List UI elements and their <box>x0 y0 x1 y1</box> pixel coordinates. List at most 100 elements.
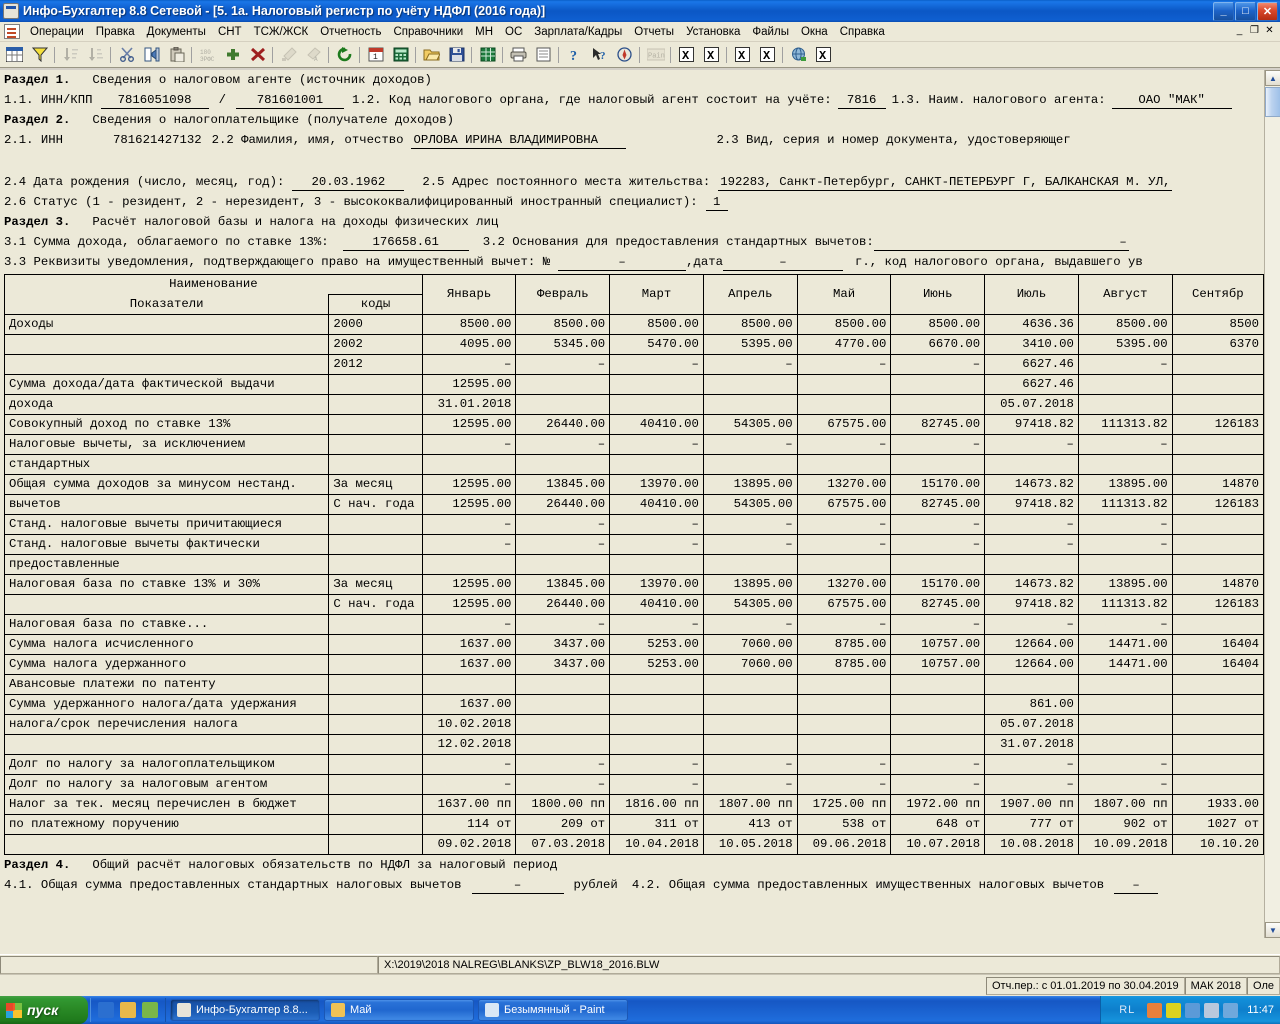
help-question-icon[interactable]: ? <box>563 44 586 66</box>
vertical-scrollbar[interactable]: ▲ ▼ <box>1264 70 1280 938</box>
table-row[interactable]: предоставленные <box>3 554 1265 575</box>
rotate-180-icon[interactable]: 180 ЭРФС <box>196 44 219 66</box>
vertical-scroll-thumb[interactable] <box>1265 87 1280 117</box>
table-row[interactable]: Сумма дохода/дата фактической выдачи 1259… <box>3 374 1265 395</box>
table-row[interactable]: Сумма налога исчисленного 1637.00 3437.00 5… <box>3 634 1265 655</box>
table-row[interactable]: 2002 4095.00 5345.00 5470.00 5395.00 4770.00 6… <box>3 334 1265 355</box>
close-x4-icon[interactable]: X <box>756 44 779 66</box>
table-row[interactable]: стандартных <box>3 454 1265 475</box>
taxpayer-inn-field[interactable]: 781621427132 <box>113 130 202 150</box>
menu-item-reporting[interactable]: Отчетность <box>314 24 387 40</box>
close-x5-icon[interactable]: X <box>812 44 835 66</box>
menu-item-snt[interactable]: СНТ <box>212 24 248 40</box>
income-sum-field[interactable]: 176658.61 <box>342 234 469 251</box>
table-row[interactable]: Станд. налоговые вычеты причитающиеся – – –… <box>3 514 1265 535</box>
delete-cross-icon[interactable] <box>246 44 269 66</box>
language-indicator[interactable]: RL <box>1109 1004 1145 1016</box>
document-viewport[interactable]: Налоговый регистр по учёту НДФЛ за 2018 … <box>0 70 1280 954</box>
scroll-down-button[interactable]: ▼ <box>1265 922 1280 938</box>
standard-total-field[interactable]: – <box>471 877 564 894</box>
table-row[interactable]: Сумма удержанного налога/дата удержания 1… <box>3 694 1265 715</box>
close-button[interactable]: ✕ <box>1257 1 1278 21</box>
keyboard-layout-icon[interactable] <box>1166 1002 1182 1018</box>
menu-item-directories[interactable]: Справочники <box>387 24 469 40</box>
table-row[interactable]: Доходы 2000 8500.00 8500.00 8500.00 8500.00 85… <box>3 314 1265 335</box>
deduction-basis-field[interactable]: – <box>873 234 1129 251</box>
menu-item-payroll[interactable]: Зарплата/Кадры <box>528 24 628 40</box>
status-field[interactable]: 1 <box>705 194 728 211</box>
table-row[interactable]: Налоговая база по ставке 13% и 30% За мес… <box>3 574 1265 595</box>
menu-item-documents[interactable]: Документы <box>141 24 212 40</box>
start-button[interactable]: пуск <box>0 996 88 1024</box>
taskbar-item-may-folder[interactable]: Май <box>324 999 474 1021</box>
document-icon[interactable] <box>4 24 20 39</box>
mdi-minimize-button[interactable]: _ <box>1232 25 1247 39</box>
table-row[interactable]: Налог за тек. месяц перечислен в бюджет 1… <box>3 794 1265 815</box>
table-row[interactable]: Долг по налогу за налогоплательщиком – – – –… <box>3 754 1265 775</box>
media-icon[interactable] <box>142 1002 158 1018</box>
brush-icon[interactable] <box>277 44 300 66</box>
volume-icon[interactable] <box>1147 1002 1163 1018</box>
compass-icon[interactable] <box>613 44 636 66</box>
menu-item-help[interactable]: Справка <box>834 24 891 40</box>
sort-ascending-icon[interactable] <box>59 44 82 66</box>
taskbar-item-infobuhgalter[interactable]: Инфо-Бухгалтер 8.8... <box>170 999 320 1021</box>
shield-icon[interactable] <box>1204 1002 1220 1018</box>
kpp-field[interactable]: 781601001 <box>235 92 344 109</box>
preview-icon[interactable] <box>532 44 555 66</box>
menu-item-operations[interactable]: Операции <box>24 24 90 40</box>
property-total-field[interactable]: – <box>1114 877 1159 894</box>
agent-name-field[interactable]: ОАО "МАК" <box>1111 92 1232 109</box>
mdi-restore-button[interactable]: ❐ <box>1247 25 1262 39</box>
full-name-field[interactable]: ОРЛОВА ИРИНА ВЛАДИМИРОВНА <box>411 132 627 149</box>
notice-number-field[interactable]: – <box>558 254 687 271</box>
copy-icon[interactable] <box>140 44 163 66</box>
calendar-icon[interactable]: 1 <box>364 44 387 66</box>
update-icon[interactable] <box>1223 1002 1239 1018</box>
table-row[interactable]: Совокупный доход по ставке 13% 12595.00 26… <box>3 414 1265 435</box>
print-icon[interactable] <box>507 44 530 66</box>
table-row[interactable]: Сумма налога удержанного 1637.00 3437.00 52… <box>3 654 1265 675</box>
scroll-up-button[interactable]: ▲ <box>1265 70 1280 86</box>
table-row[interactable]: Станд. налоговые вычеты фактически – – – – – –… <box>3 534 1265 555</box>
table-row[interactable]: по платежному поручению 114 от 209 от 311 о… <box>3 814 1265 835</box>
maximize-button[interactable]: □ <box>1235 1 1256 21</box>
paste-icon[interactable] <box>165 44 188 66</box>
menu-item-windows[interactable]: Окна <box>795 24 834 40</box>
network-icon[interactable] <box>1185 1002 1201 1018</box>
globe-icon[interactable] <box>787 44 810 66</box>
save-disk-icon[interactable] <box>445 44 468 66</box>
open-folder-icon[interactable] <box>420 44 443 66</box>
menu-item-setup[interactable]: Установка <box>680 24 746 40</box>
table-view-icon[interactable] <box>3 44 26 66</box>
sort-descending-icon[interactable] <box>84 44 107 66</box>
table-row[interactable]: 12.02.2018 31.07.2018 <box>3 734 1265 755</box>
menu-item-edit[interactable]: Правка <box>90 24 141 40</box>
cut-icon[interactable] <box>115 44 138 66</box>
folder-icon[interactable] <box>120 1002 136 1018</box>
mdi-close-button[interactable]: ✕ <box>1262 25 1277 39</box>
table-row[interactable]: Долг по налогу за налоговым агентом – – – – –… <box>3 774 1265 795</box>
tax-org-code-field[interactable]: 7816 <box>837 92 886 109</box>
table-row[interactable]: дохода 31.01.2018 05.07.2018 <box>3 394 1265 415</box>
calculator-icon[interactable] <box>389 44 412 66</box>
taskbar-item-paint[interactable]: Безымянный - Paint <box>478 999 628 1021</box>
ie-icon[interactable] <box>98 1002 114 1018</box>
table-row[interactable]: Авансовые платежи по патенту <box>3 674 1265 695</box>
table-row[interactable]: 09.02.2018 07.03.2018 10.04.2018 10.05.2018… <box>3 834 1265 855</box>
menu-item-reports[interactable]: Отчеты <box>628 24 680 40</box>
table-row[interactable]: Общая сумма доходов за минусом нестанд. З… <box>3 474 1265 495</box>
menu-item-files[interactable]: Файлы <box>746 24 795 40</box>
table-row[interactable]: Налоговые вычеты, за исключением – – – – – – – – <box>3 434 1265 455</box>
help-context-icon[interactable]: ? <box>588 44 611 66</box>
table-row[interactable]: налога/срок перечисления налога 10.02.201… <box>3 714 1265 735</box>
taskbar-clock[interactable]: 11:47 <box>1247 1004 1274 1016</box>
minimize-button[interactable]: _ <box>1213 1 1234 21</box>
table-row[interactable]: вычетов С нач. года 12595.00 26440.00 40410.… <box>3 494 1265 515</box>
close-x2-icon[interactable]: X <box>700 44 723 66</box>
menu-item-os[interactable]: ОС <box>499 24 528 40</box>
menu-item-tszh[interactable]: ТСЖ/ЖСК <box>248 24 315 40</box>
address-field[interactable]: 192283, Санкт-Петербург, САНКТ-ПЕТЕРБУРГ… <box>718 174 1173 191</box>
birth-date-field[interactable]: 20.03.1962 <box>292 174 405 191</box>
format-painter-icon[interactable]: A <box>302 44 325 66</box>
